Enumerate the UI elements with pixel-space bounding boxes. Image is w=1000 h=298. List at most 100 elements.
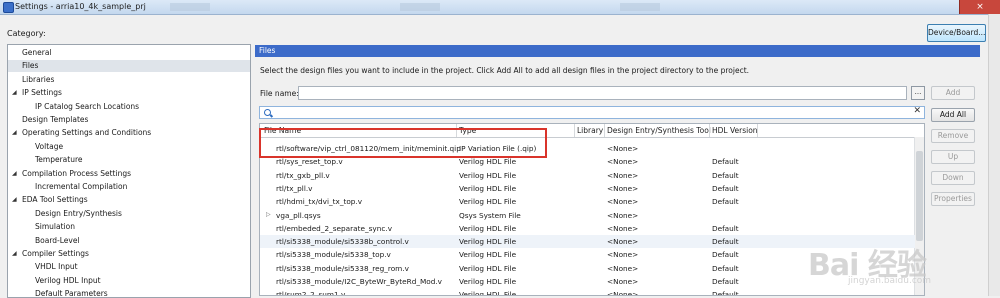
close-button[interactable]: ×: [959, 0, 1000, 14]
expand-arrow-icon[interactable]: ◢: [12, 127, 17, 139]
panel-description: Select the design files you want to incl…: [260, 66, 750, 75]
table-cell-type: Verilog HDL File: [459, 277, 517, 286]
tree-item-label: Temperature: [35, 155, 83, 165]
table-cell-tool: <None>: [607, 157, 639, 167]
tree-item-label: Board-Level: [35, 235, 80, 245]
table-cell-file: rtl/si5338_module/si5338b_control.v: [276, 237, 409, 247]
properties-button[interactable]: Properties: [931, 192, 975, 206]
search-icon: [264, 109, 271, 116]
tree-item-label: Verilog HDL Input: [35, 275, 101, 285]
tree-item-label: Default Parameters: [35, 289, 108, 298]
file-name-input[interactable]: [298, 86, 907, 100]
column-separator[interactable]: [604, 124, 605, 137]
window-scrollbar[interactable]: [988, 14, 1000, 296]
column-separator[interactable]: [709, 124, 710, 137]
tree-item[interactable]: Files: [8, 60, 250, 73]
tree-item-label: Operating Settings and Conditions: [22, 128, 152, 138]
table-cell-tool: <None>: [607, 290, 639, 296]
table-cell-file: rtl/tx_gxb_pll.v: [276, 170, 330, 180]
browse-button[interactable]: ...: [911, 86, 925, 100]
add-all-button[interactable]: Add All: [931, 108, 975, 122]
table-row[interactable]: rtl/embeded_2_separate_sync.v Verilog HDL…: [260, 222, 915, 235]
table-row[interactable]: ▷ vga_pll.qsys Qsys System File <None>: [260, 209, 915, 222]
table-cell-tool: <None>: [607, 277, 639, 286]
column-header[interactable]: Design Entry/Synthesis Tool: [607, 126, 711, 135]
table-cell-type: Verilog HDL File: [459, 237, 517, 247]
table-cell-file: rtl/si5338_module/si5338_reg_rom.v: [276, 263, 409, 273]
table-cell-hdl: Default: [712, 290, 739, 296]
down-button[interactable]: Down: [931, 171, 975, 185]
device-board-button[interactable]: Device/Board...: [927, 24, 986, 42]
table-cell-hdl: Default: [712, 277, 739, 286]
table-cell-tool: <None>: [607, 223, 639, 233]
table-cell-hdl: Default: [712, 197, 739, 207]
table-cell-type: Verilog HDL File: [459, 157, 517, 167]
table-row[interactable]: rtl/tx_pll.v Verilog HDL File <None> Defaul…: [260, 182, 915, 195]
title-bar-decoration: [170, 3, 210, 11]
table-row[interactable]: rtl/sum2_2_sum1.v Verilog HDL File <None> D…: [260, 288, 915, 296]
table-cell-hdl: Default: [712, 237, 739, 247]
watermark-url: jingyan.baidu.com: [848, 276, 932, 286]
table-cell-tool: <None>: [607, 170, 639, 180]
tree-item-label: Libraries: [22, 74, 55, 84]
highlight-annotation-box: [259, 128, 547, 158]
title-bar-decoration: [620, 3, 660, 11]
column-separator[interactable]: [574, 124, 575, 137]
tree-item-label: IP Catalog Search Locations: [35, 101, 140, 111]
app-icon: [3, 2, 14, 13]
tree-item-label: General: [22, 48, 52, 57]
table-cell-tool: <None>: [607, 263, 639, 273]
table-row[interactable]: rtl/tx_gxb_pll.v Verilog HDL File <None> De…: [260, 169, 915, 182]
table-cell-tool: <None>: [607, 237, 639, 247]
expand-arrow-icon[interactable]: ◢: [12, 248, 17, 260]
tree-item-label: IP Settings: [22, 88, 62, 98]
tree-item-label: Compiler Settings: [22, 249, 89, 258]
tree-item-label: Design Entry/Synthesis: [35, 208, 122, 218]
table-cell-tool: <None>: [607, 250, 639, 260]
tree-item-label: EDA Tool Settings: [22, 195, 88, 205]
table-cell-file: rtl/tx_pll.v: [276, 183, 313, 193]
scrollbar-thumb[interactable]: [916, 151, 923, 241]
table-cell-tool: <None>: [607, 144, 639, 153]
table-cell-file: rtl/si5338_module/I2C_ByteWr_ByteRd_Mod.…: [276, 277, 443, 286]
expand-arrow-icon[interactable]: ◢: [12, 168, 17, 180]
table-cell-type: Verilog HDL File: [459, 170, 517, 180]
title-bar: Settings - arria10_4k_sample_prj ×: [0, 0, 1000, 15]
expand-arrow-icon[interactable]: ◢: [12, 87, 17, 99]
category-tree[interactable]: General Files Libraries ◢ IP Settings IP Cata…: [7, 44, 251, 298]
clear-icon[interactable]: ✕: [913, 106, 921, 116]
title-bar-decoration: [400, 3, 440, 11]
table-cell-tool: <None>: [607, 210, 639, 220]
table-cell-hdl: Default: [712, 157, 739, 167]
category-label: Category:: [7, 29, 46, 38]
file-name-label: File name:: [260, 89, 299, 98]
tree-item-label: Voltage: [35, 141, 64, 151]
add-button[interactable]: Add: [931, 86, 975, 100]
table-cell-hdl: Default: [712, 223, 739, 233]
table-cell-hdl: Default: [712, 183, 739, 193]
table-cell-type: Verilog HDL File: [459, 290, 517, 296]
table-cell-hdl: Default: [712, 250, 739, 260]
tree-item-label: Incremental Compilation: [35, 182, 128, 191]
column-header[interactable]: Library: [577, 126, 603, 135]
table-cell-type: Verilog HDL File: [459, 197, 517, 207]
tree-item-label: Design Templates: [22, 115, 89, 124]
panel-header: Files: [255, 45, 980, 57]
table-cell-type: Verilog HDL File: [459, 223, 517, 233]
table-cell-tool: <None>: [607, 197, 639, 207]
file-filter-input[interactable]: ✕: [259, 106, 925, 119]
table-cell-file: rtl/sum2_2_sum1.v: [276, 290, 346, 296]
table-row[interactable]: rtl/hdmi_tx/dvi_tx_top.v Verilog HDL File…: [260, 195, 915, 208]
table-cell-type: Verilog HDL File: [459, 263, 517, 273]
table-cell-file: rtl/embeded_2_separate_sync.v: [276, 223, 393, 233]
column-separator[interactable]: [757, 124, 758, 137]
tree-item-label: Compilation Process Settings: [22, 168, 132, 178]
table-cell-tool: <None>: [607, 183, 639, 193]
remove-button[interactable]: Remove: [931, 129, 975, 143]
expand-arrow-icon[interactable]: ◢: [12, 194, 17, 206]
expand-arrow-icon[interactable]: ▷: [266, 211, 271, 218]
tree-item-label: Simulation: [35, 222, 75, 232]
up-button[interactable]: Up: [931, 150, 975, 164]
column-header[interactable]: HDL Version: [712, 126, 758, 135]
tree-item-label: Files: [22, 61, 39, 71]
